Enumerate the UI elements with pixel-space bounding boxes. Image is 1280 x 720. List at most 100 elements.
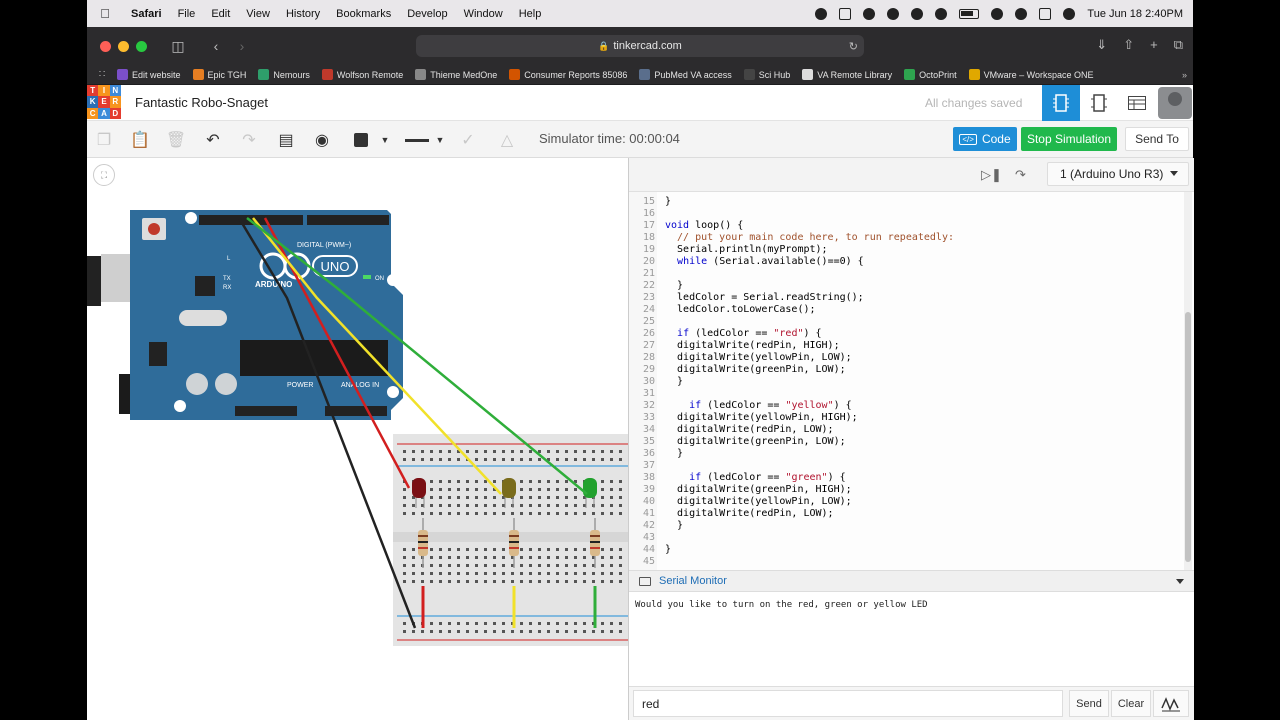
editor-scrollbar[interactable] — [1184, 192, 1192, 570]
downloads-icon[interactable]: ⇓ — [1096, 37, 1107, 53]
screen-icon[interactable] — [839, 7, 852, 20]
visibility-icon[interactable]: ◉ — [311, 129, 333, 151]
clock-icon[interactable] — [935, 7, 948, 20]
paste-icon[interactable]: 📋 — [129, 129, 151, 151]
bookmark-item[interactable]: Wolfson Remote — [321, 69, 403, 80]
serial-send-button[interactable]: Send — [1069, 690, 1109, 717]
battery-icon[interactable] — [959, 8, 980, 19]
flip-icon[interactable]: △ — [496, 129, 518, 151]
undo-icon[interactable]: ↶ — [202, 129, 224, 151]
reset-button-cap[interactable] — [148, 223, 160, 235]
breadboard-hole — [619, 548, 622, 551]
serial-input[interactable] — [633, 690, 1063, 717]
menu-develop[interactable]: Develop — [399, 8, 455, 20]
tinkercad-logo[interactable]: TINKERCAD — [87, 85, 121, 119]
component-list-button[interactable] — [1118, 85, 1156, 121]
sidebar-icon[interactable]: ◫ — [169, 38, 187, 55]
menu-app-name[interactable]: Safari — [123, 8, 170, 20]
share-icon[interactable]: ⇧ — [1123, 37, 1134, 53]
color-dropdown-icon[interactable]: ▼ — [374, 129, 396, 151]
bookmark-item[interactable]: VA Remote Library — [802, 69, 892, 80]
apple-icon[interactable]:  — [87, 6, 123, 21]
tab-overview-icon[interactable]: ⧉ — [1174, 37, 1183, 53]
circuit-canvas[interactable]: ⛶ UNO ARDUINO DIGITAL (PWM~) POWER ANALO… — [87, 158, 628, 720]
bookmark-item[interactable]: Consumer Reports 85086 — [509, 69, 627, 80]
siri-icon[interactable] — [1063, 7, 1076, 20]
scrollbar-thumb[interactable] — [1185, 312, 1191, 562]
close-window-button[interactable] — [100, 40, 111, 52]
search-icon[interactable] — [1015, 7, 1028, 20]
user-avatar[interactable] — [1158, 87, 1192, 119]
code-button[interactable]: </> Code — [953, 127, 1017, 151]
menu-history[interactable]: History — [278, 8, 328, 20]
digital-header-right — [307, 215, 389, 225]
breadboard-hole — [502, 512, 505, 515]
breadboard-hole — [601, 450, 604, 453]
redo-icon[interactable]: ↷ — [238, 129, 260, 151]
copy-icon[interactable]: ❐ — [93, 129, 115, 151]
breadboard-hole — [403, 450, 406, 453]
address-bar[interactable]: 🔒 tinkercad.com ↻ — [416, 35, 864, 57]
bookmark-item[interactable]: Thieme MedOne — [415, 69, 497, 80]
collapse-icon[interactable] — [1176, 579, 1184, 584]
wire-style-icon[interactable] — [402, 129, 432, 151]
wifi-icon[interactable] — [991, 7, 1004, 20]
logo-letter: K — [87, 96, 99, 108]
breadboard-hole — [403, 496, 406, 499]
breadboard-hole — [538, 488, 541, 491]
logo-letter: C — [87, 107, 99, 119]
breadboard-hole — [520, 556, 523, 559]
board-selector[interactable]: 1 (Arduino Uno R3) — [1047, 162, 1189, 186]
serial-clear-button[interactable]: Clear — [1111, 690, 1151, 717]
menu-edit[interactable]: Edit — [203, 8, 238, 20]
stop-simulation-button[interactable]: Stop Simulation — [1021, 127, 1117, 151]
zoom-window-button[interactable] — [136, 40, 147, 52]
breadboard-hole — [457, 488, 460, 491]
bookmark-item[interactable]: Sci Hub — [743, 69, 790, 80]
breadboard-hole — [475, 630, 478, 633]
new-tab-icon[interactable]: + — [1150, 37, 1158, 53]
send-to-button[interactable]: Send To — [1125, 127, 1189, 151]
code-editor[interactable]: 15} 16 17 void loop() {18 // put your main … — [629, 192, 1194, 570]
control-center-icon[interactable] — [1039, 7, 1052, 20]
bookmark-item[interactable]: VMware – Workspace ONE — [968, 69, 1094, 80]
menu-bookmarks[interactable]: Bookmarks — [328, 8, 399, 20]
color-swatch-icon[interactable] — [350, 129, 372, 151]
bookmark-item[interactable]: OctoPrint — [904, 69, 957, 80]
forward-icon[interactable]: › — [233, 38, 251, 54]
bookmark-item[interactable]: PubMed VA access — [639, 69, 732, 80]
play-icon[interactable] — [863, 7, 876, 20]
menu-view[interactable]: View — [238, 8, 278, 20]
network-icon[interactable] — [887, 7, 900, 20]
circuit-view-button[interactable] — [1042, 85, 1080, 121]
moon-icon[interactable] — [911, 7, 924, 20]
menu-file[interactable]: File — [170, 8, 204, 20]
record-icon[interactable] — [815, 7, 828, 20]
rotate-icon[interactable]: ✓ — [457, 129, 479, 151]
bookmarks-list: Edit website Epic TGH Nemours Wolfson Remot… — [117, 69, 1106, 80]
reload-icon[interactable]: ↻ — [849, 40, 858, 53]
step-icon[interactable]: ▷❚ — [981, 167, 1002, 183]
menu-window[interactable]: Window — [456, 8, 511, 20]
bookmark-item[interactable]: Nemours — [258, 69, 310, 80]
clock-text[interactable]: Tue Jun 18 2:40PM — [1087, 8, 1183, 20]
serial-graph-button[interactable] — [1153, 690, 1189, 717]
more-bookmarks-icon[interactable]: » — [1182, 70, 1193, 80]
minimize-window-button[interactable] — [118, 40, 129, 52]
project-title[interactable]: Fantastic Robo-Snaget — [135, 95, 268, 110]
bookmarks-grid-icon[interactable]: ∷ — [87, 69, 117, 80]
back-icon[interactable]: ‹ — [207, 38, 225, 54]
breadboard-hole — [466, 450, 469, 453]
wire-dropdown-icon[interactable]: ▼ — [429, 129, 451, 151]
breadboard-hole — [565, 496, 568, 499]
bookmark-item[interactable]: Epic TGH — [192, 69, 246, 80]
bookmark-item[interactable]: Edit website — [117, 69, 181, 80]
debug-icon[interactable]: ↷ — [1015, 167, 1026, 183]
note-icon[interactable]: ▤ — [275, 129, 297, 151]
breadboard-hole — [466, 548, 469, 551]
schematic-view-button[interactable] — [1080, 85, 1118, 121]
serial-monitor-header[interactable]: Serial Monitor — [629, 570, 1194, 592]
menu-help[interactable]: Help — [511, 8, 550, 20]
delete-icon[interactable]: 🗑 — [165, 129, 187, 151]
breadboard-hole — [574, 622, 577, 625]
